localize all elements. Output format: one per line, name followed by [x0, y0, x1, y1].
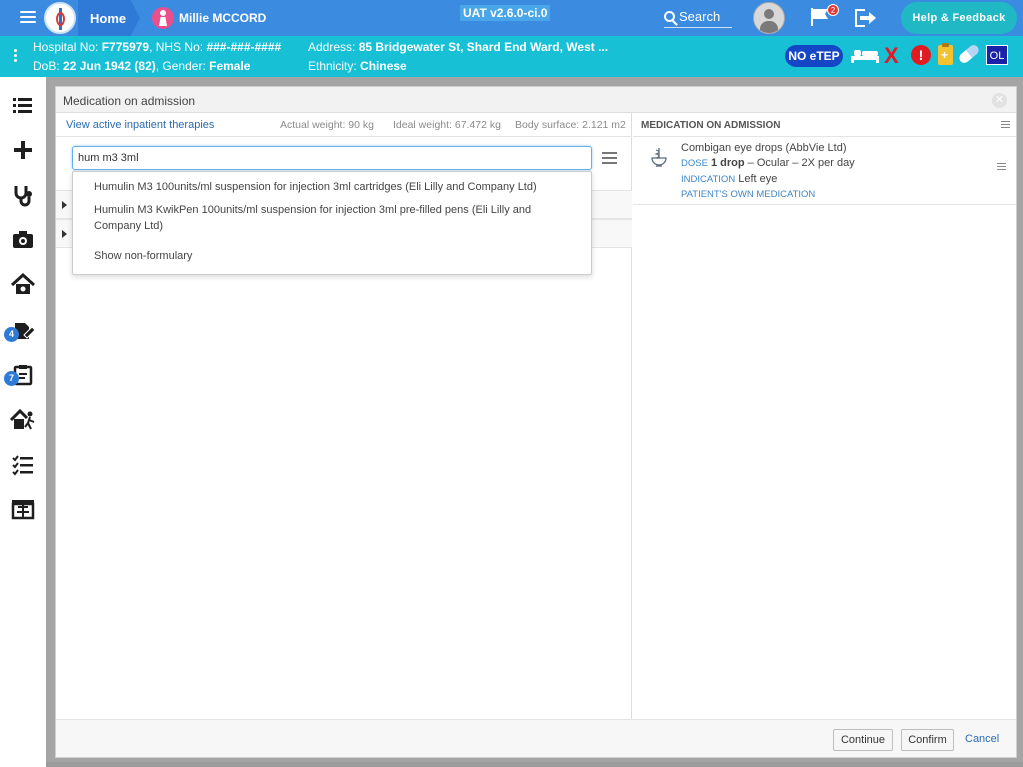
search-button[interactable]: Search	[664, 6, 732, 28]
medication-item-menu-icon[interactable]	[997, 163, 1006, 172]
patient-name: Millie MCCORD	[179, 11, 267, 25]
list-icon	[13, 98, 32, 113]
discharge-icon	[9, 408, 35, 430]
medication-on-admission-list: MEDICATION ON ADMISSION Combigan eye dro…	[633, 113, 1016, 719]
flag-count-badge: 2	[827, 4, 839, 16]
menu-icon[interactable]	[20, 11, 36, 24]
version-label: UAT v2.6.0-ci.0	[460, 5, 551, 21]
home-breadcrumb[interactable]: Home	[78, 0, 140, 36]
ol-badge[interactable]: OL	[986, 45, 1008, 65]
home-heart-icon	[10, 272, 36, 294]
hospital-building-icon	[11, 500, 35, 520]
user-avatar[interactable]	[753, 2, 785, 34]
plus-icon	[14, 141, 32, 159]
medication-search-input[interactable]	[73, 147, 591, 169]
logout-icon[interactable]	[855, 9, 877, 27]
medication-name: Combigan eye drops (AbbVie Ltd)	[681, 142, 847, 154]
clipboard-medical-icon[interactable]	[938, 43, 953, 65]
sidebar-item-list[interactable]	[8, 91, 38, 121]
caret-right-icon	[62, 201, 67, 209]
continue-button[interactable]: Continue	[833, 729, 893, 751]
dialog-title: Medication on admission	[63, 94, 196, 108]
body-surface: Body surface: 2.121 m2	[515, 119, 626, 131]
sidebar-item-add[interactable]	[8, 135, 38, 165]
sidebar: 4 7	[0, 77, 46, 767]
search-results-dropdown: Humulin M3 100units/ml suspension for in…	[72, 171, 592, 275]
close-icon[interactable]: ✕	[992, 93, 1007, 108]
address-info: Address: 85 Bridgewater St, Shard End Wa…	[308, 40, 609, 54]
app-logo[interactable]	[44, 2, 76, 34]
medication-indication: INDICATION Left eye	[681, 173, 778, 185]
search-result-item[interactable]: Humulin M3 100units/ml suspension for in…	[94, 179, 537, 195]
alert-icon[interactable]: !	[911, 45, 931, 65]
list-title: MEDICATION ON ADMISSION	[641, 120, 781, 131]
caret-right-icon	[62, 230, 67, 238]
cancel-link[interactable]: Cancel	[965, 733, 999, 745]
medication-on-admission-dialog: Medication on admission ✕ View active in…	[55, 86, 1017, 758]
help-feedback-button[interactable]: Help & Feedback	[901, 2, 1017, 34]
patient-breadcrumb[interactable]: Millie MCCORD	[152, 4, 266, 32]
list-header: MEDICATION ON ADMISSION	[633, 113, 1016, 137]
pill-icon[interactable]	[957, 43, 981, 65]
tasks-count-badge: 7	[4, 371, 19, 386]
sidebar-item-discharge[interactable]	[8, 405, 38, 435]
dialog-footer: Continue Confirm Cancel	[56, 719, 1016, 757]
ideal-weight: Ideal weight: 67.472 kg	[393, 119, 501, 131]
medication-search-pane: View active inpatient therapies Actual w…	[56, 113, 632, 719]
bed-icon[interactable]	[851, 47, 879, 63]
actual-weight: Actual weight: 90 kg	[280, 119, 374, 131]
patient-metrics-bar: View active inpatient therapies Actual w…	[56, 113, 632, 137]
sidebar-item-checklist[interactable]	[8, 450, 38, 480]
list-view-icon[interactable]	[602, 152, 617, 164]
rx-bowl-icon	[651, 148, 667, 167]
checklist-icon	[12, 455, 33, 476]
medication-source: PATIENT'S OWN MEDICATION	[681, 189, 816, 200]
medication-dose: DOSE 1 drop – Ocular – 2X per day	[681, 157, 855, 169]
list-menu-icon[interactable]	[1001, 121, 1010, 130]
dob-info: DoB: 22 Jun 1942 (82), Gender: Female	[33, 59, 251, 73]
search-result-item[interactable]: Humulin M3 KwikPen 100units/ml suspensio…	[94, 202, 564, 234]
hospital-info: Hospital No: F775979, NHS No: ###-###-##…	[33, 40, 282, 54]
search-label: Search	[679, 9, 721, 24]
x-alert-icon[interactable]: X	[884, 42, 899, 70]
no-etep-badge[interactable]: NO eTEP	[785, 45, 843, 67]
view-active-therapies-link[interactable]: View active inpatient therapies	[66, 119, 214, 131]
dialog-header: Medication on admission ✕	[56, 87, 1016, 113]
female-patient-icon	[152, 7, 174, 29]
ethnicity-info: Ethnicity: Chinese	[308, 59, 407, 73]
medication-item[interactable]: Combigan eye drops (AbbVie Ltd) DOSE 1 d…	[633, 138, 1016, 205]
top-bar: Home Millie MCCORD UAT v2.6.0-ci.0 Searc…	[0, 0, 1023, 36]
show-non-formulary-link[interactable]: Show non-formulary	[94, 248, 192, 264]
patient-banner: Hospital No: F775979, NHS No: ###-###-##…	[0, 36, 1023, 77]
medication-search-field[interactable]	[72, 146, 592, 170]
sidebar-item-ward[interactable]	[8, 494, 38, 524]
sidebar-item-clinical[interactable]	[8, 180, 38, 210]
more-options-icon[interactable]	[14, 49, 18, 64]
home-label: Home	[90, 11, 127, 26]
sidebar-item-camera[interactable]	[8, 225, 38, 255]
sidebar-item-home-care[interactable]	[8, 270, 38, 300]
confirm-button[interactable]: Confirm	[901, 729, 954, 751]
search-icon	[664, 11, 675, 22]
stethoscope-icon	[14, 186, 32, 207]
prescriptions-count-badge: 4	[4, 327, 19, 342]
camera-icon	[13, 231, 33, 248]
